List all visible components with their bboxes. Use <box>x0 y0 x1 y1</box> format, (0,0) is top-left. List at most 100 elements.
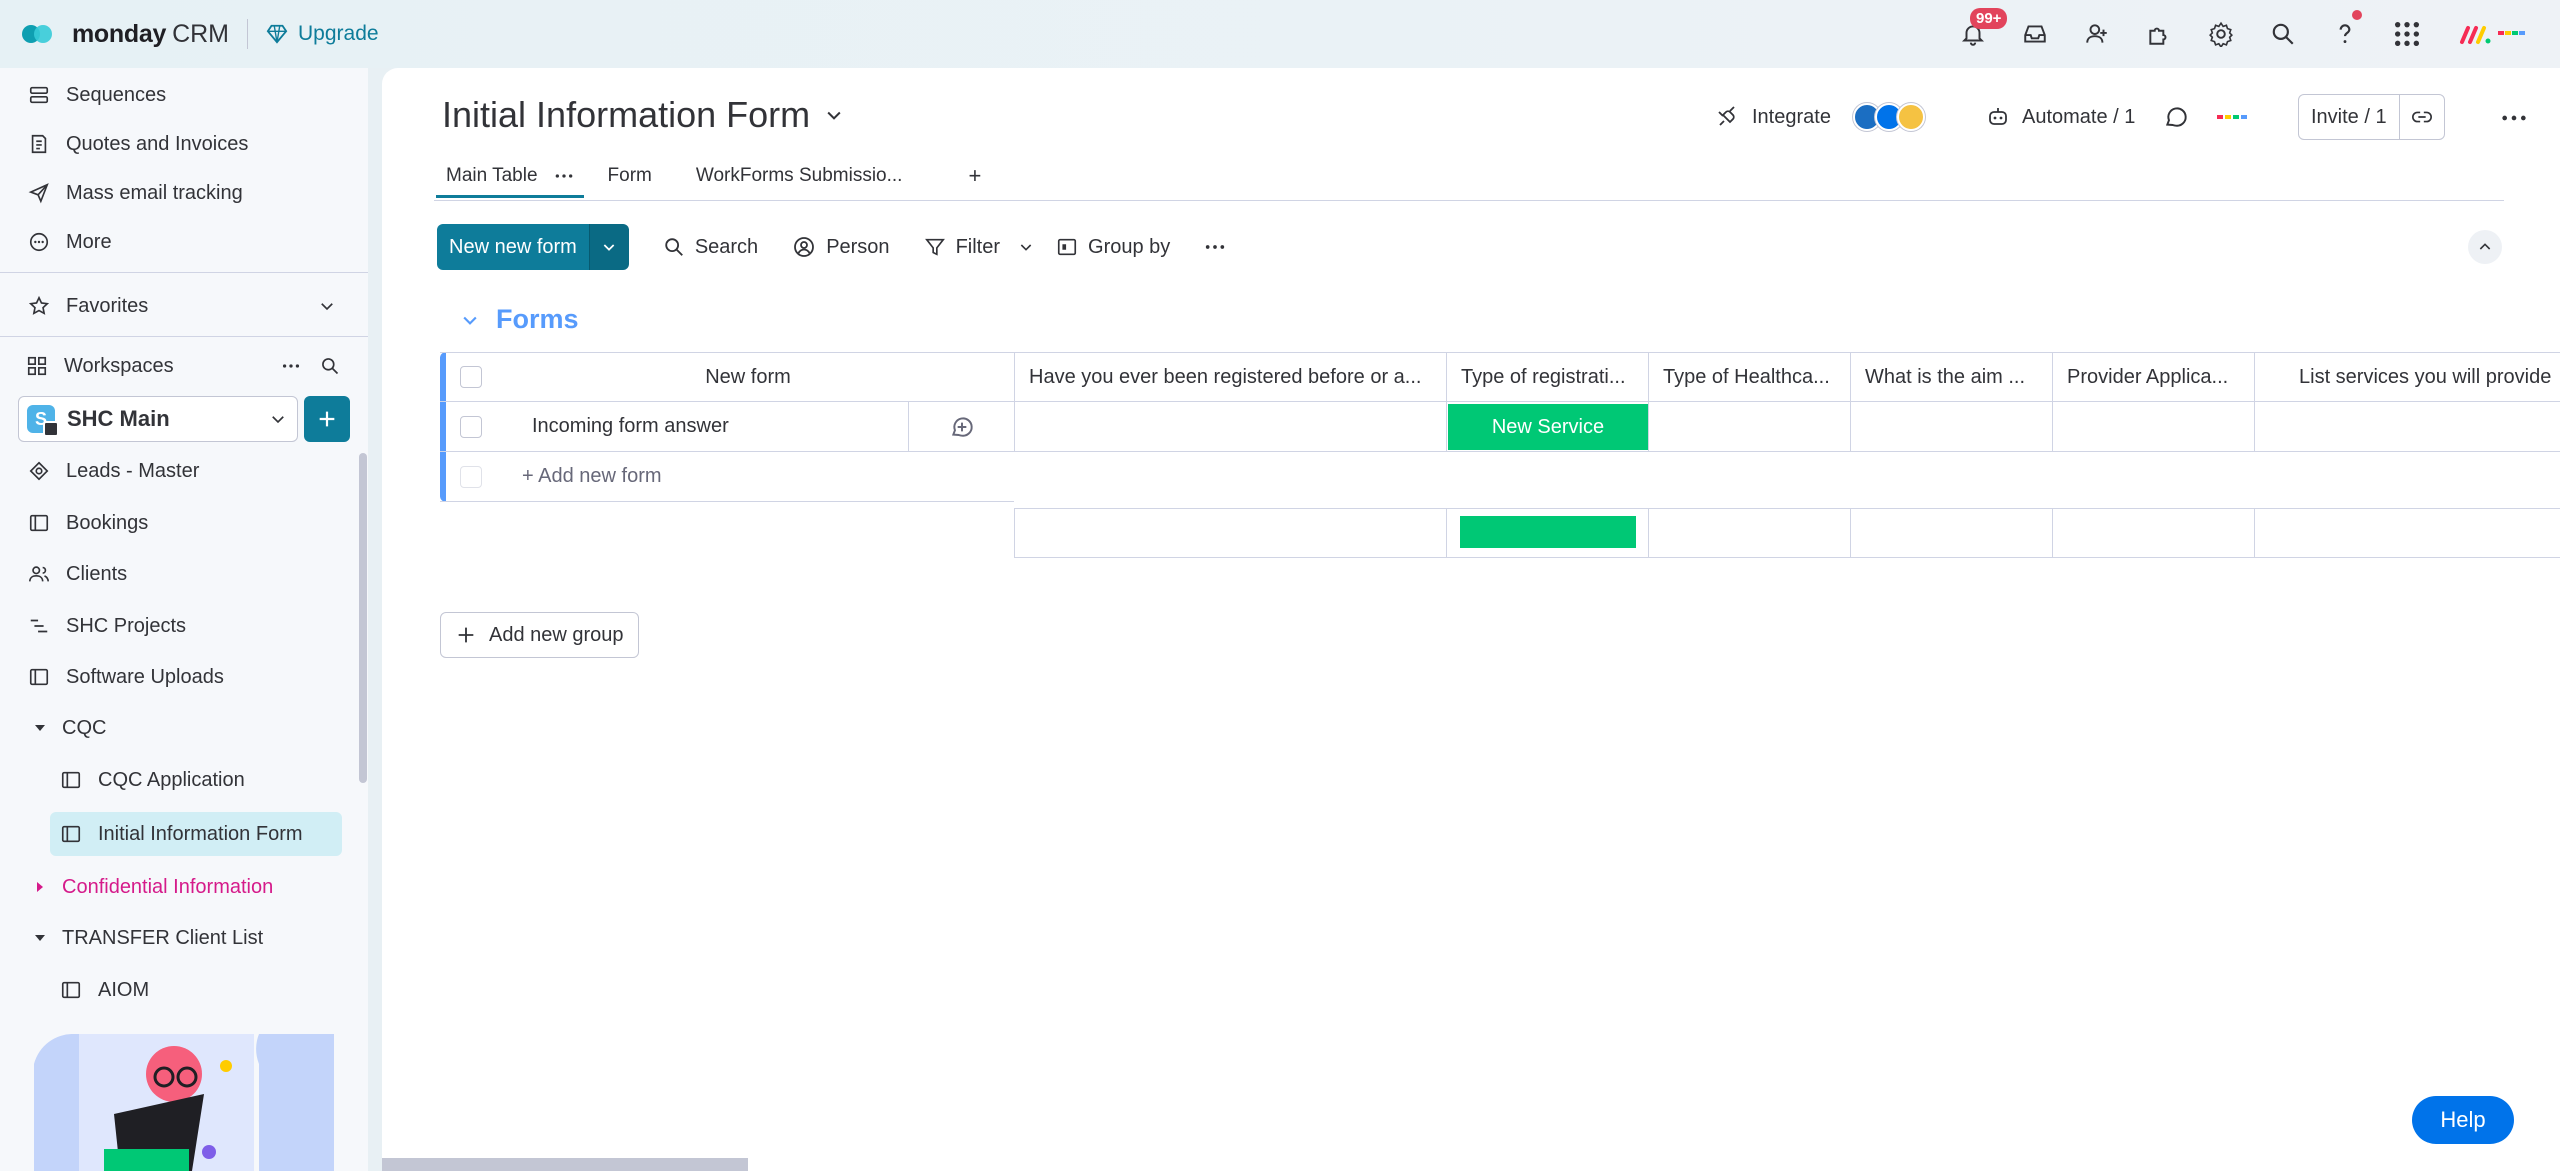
toolbar-more-button[interactable] <box>1204 236 1236 258</box>
sidebar-scrollbar[interactable] <box>359 453 367 783</box>
invite-button[interactable]: Invite / 1 <box>2299 95 2400 139</box>
upgrade-button[interactable]: Upgrade <box>266 22 379 46</box>
invite-group: Invite / 1 <box>2298 94 2445 140</box>
person-filter-button[interactable]: Person <box>792 235 890 259</box>
app-switcher-button[interactable] <box>2376 0 2438 68</box>
sidebar-item-label: Bookings <box>66 511 149 534</box>
tab-label: Form <box>607 165 652 186</box>
sidebar-item-mass-email[interactable]: Mass email tracking <box>0 171 368 215</box>
table-cell[interactable] <box>1648 402 1850 452</box>
automate-button[interactable]: Automate / 1 <box>1986 94 2248 140</box>
notifications-button[interactable]: 99+ <box>1942 0 2008 68</box>
add-update-button[interactable] <box>909 414 1014 440</box>
folder-label: TRANSFER Client List <box>62 926 264 949</box>
more-circle-icon <box>26 229 52 255</box>
group-by-button[interactable]: Group by <box>1056 236 1170 259</box>
collapse-header-button[interactable] <box>2468 230 2502 264</box>
copy-link-button[interactable] <box>2400 95 2444 139</box>
people-icon <box>26 561 52 587</box>
column-header[interactable]: Type of registrati... <box>1446 352 1648 402</box>
workspace-selector[interactable]: S SHC Main <box>18 396 298 442</box>
sidebar-folder-cqc[interactable]: CQC <box>0 706 368 750</box>
sidebar-item-label: Mass email tracking <box>66 181 243 204</box>
help-button[interactable] <box>2314 0 2376 68</box>
sidebar-item-bookings[interactable]: Bookings <box>0 501 368 545</box>
sidebar-item-leads[interactable]: Leads - Master <box>0 449 368 493</box>
table-row[interactable]: Incoming form answer <box>440 401 1014 452</box>
sidebar-item-label: Sequences <box>66 83 167 106</box>
star-icon <box>26 293 52 319</box>
activity-logo-icon[interactable] <box>2217 112 2248 122</box>
account-logo[interactable] <box>2458 20 2530 48</box>
table-cell[interactable] <box>2052 402 2254 452</box>
column-header[interactable]: What is the aim ... <box>1850 352 2052 402</box>
sidebar-folder-confidential[interactable]: Confidential Information <box>0 865 368 909</box>
more-dots-icon[interactable] <box>280 355 302 377</box>
search-button[interactable]: Search <box>663 236 758 259</box>
summary-cell <box>1014 508 1446 558</box>
group-icon <box>1057 238 1077 256</box>
top-divider <box>247 19 248 49</box>
sidebar-workspaces[interactable]: Workspaces <box>0 344 368 388</box>
column-header[interactable]: Provider Applica... <box>2052 352 2254 402</box>
add-workspace-item-button[interactable] <box>304 396 350 442</box>
apps-marketplace-button[interactable] <box>2128 0 2190 68</box>
column-header-name[interactable]: New form <box>482 366 1014 389</box>
sidebar-item-software-uploads[interactable]: Software Uploads <box>0 655 368 699</box>
sidebar-favorites[interactable]: Favorites <box>0 284 368 328</box>
sidebar-item-clients[interactable]: Clients <box>0 552 368 596</box>
invoice-icon <box>26 131 52 157</box>
status-label[interactable]: New Service <box>1448 404 1648 450</box>
more-dots-icon[interactable] <box>554 166 574 186</box>
select-all-checkbox[interactable] <box>460 366 482 388</box>
sidebar-folder-transfer[interactable]: TRANSFER Client List <box>0 916 368 960</box>
sidebar-item-sequences[interactable]: Sequences <box>0 73 368 117</box>
table-header-row: New form <box>440 352 1014 402</box>
help-dot <box>2352 10 2362 20</box>
add-view-button[interactable]: + <box>958 156 991 196</box>
workspace-name: SHC Main <box>67 406 170 431</box>
add-item-label[interactable]: + Add new form <box>522 465 662 488</box>
column-header[interactable]: Type of Healthca... <box>1648 352 1850 402</box>
search-button[interactable] <box>2252 0 2314 68</box>
column-header[interactable]: Have you ever been registered before or … <box>1014 352 1446 402</box>
group-header[interactable]: Forms <box>460 304 579 335</box>
sidebar-item-quotes[interactable]: Quotes and Invoices <box>0 122 368 166</box>
chevron-down-icon[interactable] <box>1018 239 1034 255</box>
table-cell[interactable] <box>1014 402 1446 452</box>
inbox-button[interactable] <box>2004 0 2066 68</box>
invite-members-button[interactable] <box>2066 0 2128 68</box>
new-item-button[interactable]: New new form <box>437 224 589 270</box>
sidebar-item-more[interactable]: More <box>0 220 368 264</box>
tab-workforms-submissions[interactable]: WorkForms Submissio... <box>686 156 913 196</box>
settings-button[interactable] <box>2190 0 2252 68</box>
sidebar-item-cqc-application[interactable]: CQC Application <box>0 758 368 802</box>
tab-form[interactable]: Form <box>598 156 662 196</box>
row-checkbox[interactable] <box>460 415 482 438</box>
column-header[interactable]: List services you will provide <box>2254 352 2560 402</box>
board-title[interactable]: Initial Information Form <box>442 94 844 136</box>
app-logo[interactable]: monday CRM <box>22 20 229 49</box>
board-menu-button[interactable] <box>2500 104 2528 137</box>
search-icon[interactable] <box>320 356 340 376</box>
sidebar-item-shc-projects[interactable]: SHC Projects <box>0 604 368 648</box>
filter-button[interactable]: Filter <box>924 236 1034 259</box>
left-sidebar: Sequences Quotes and Invoices Mass email… <box>0 68 368 1171</box>
help-floating-button[interactable]: Help <box>2412 1096 2514 1144</box>
status-summary-bar[interactable] <box>1460 516 1636 548</box>
sidebar-item-aiom[interactable]: AIOM <box>0 968 368 1012</box>
tab-main-table[interactable]: Main Table <box>436 156 584 198</box>
top-bar: monday CRM Upgrade 99+ <box>0 0 2560 68</box>
sidebar-item-initial-information-form[interactable]: Initial Information Form <box>50 812 342 856</box>
add-group-button[interactable]: Add new group <box>440 612 639 658</box>
integrate-button[interactable]: Integrate <box>1716 94 1925 140</box>
add-person-icon <box>2086 24 2107 43</box>
add-item-row[interactable]: + Add new form <box>440 452 1014 502</box>
table-cell[interactable] <box>2254 402 2560 452</box>
new-item-dropdown-button[interactable] <box>588 224 629 270</box>
item-name[interactable]: Incoming form answer <box>532 415 908 438</box>
person-label: Person <box>826 235 890 258</box>
table-cell[interactable] <box>1850 402 2052 452</box>
comment-icon[interactable] <box>2163 104 2189 130</box>
horizontal-scrollbar[interactable] <box>382 1158 748 1171</box>
